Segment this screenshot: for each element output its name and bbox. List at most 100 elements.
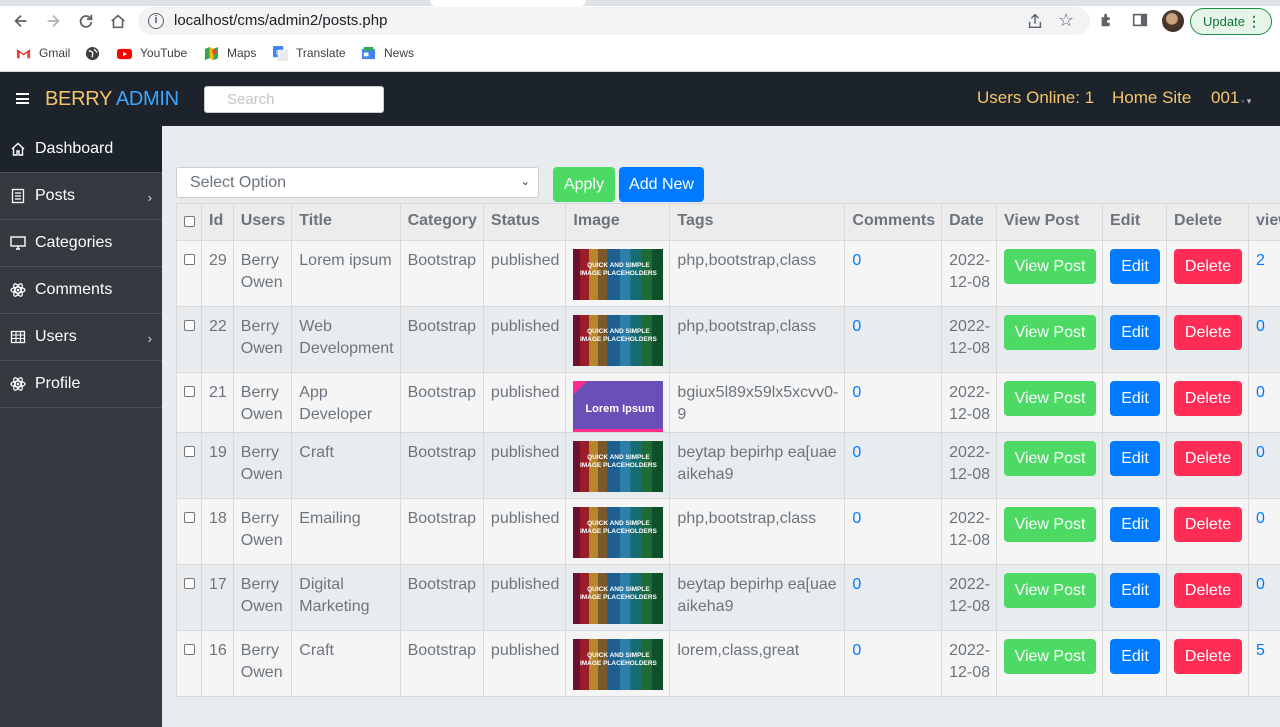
bookmark-star-icon[interactable]: ☆ — [1058, 10, 1074, 31]
row-checkbox[interactable] — [184, 578, 195, 589]
search-input[interactable] — [204, 86, 384, 113]
row-checkbox[interactable] — [184, 386, 195, 397]
brand-logo[interactable]: BERRY ADMIN — [45, 88, 179, 111]
header-comments[interactable]: Comments — [844, 203, 943, 241]
back-icon[interactable] — [8, 8, 34, 34]
delete-button[interactable]: Delete — [1174, 249, 1243, 284]
user-menu-caret-icon[interactable]: ◦ ▾ — [1241, 96, 1251, 107]
delete-button[interactable]: Delete — [1174, 639, 1243, 674]
side-panel-icon[interactable] — [1131, 11, 1149, 29]
comments-count-link[interactable]: 0 — [852, 642, 861, 659]
add-new-button[interactable]: Add New — [619, 167, 704, 202]
header-edit[interactable]: Edit — [1102, 203, 1168, 241]
profile-avatar[interactable] — [1162, 10, 1184, 32]
header-title[interactable]: Title — [291, 203, 401, 241]
share-icon[interactable] — [1026, 12, 1044, 30]
comments-count-link[interactable]: 0 — [852, 510, 861, 527]
views-count-link[interactable]: 0 — [1256, 444, 1265, 461]
header-select-all[interactable] — [176, 203, 202, 241]
info-icon[interactable]: i — [148, 13, 164, 29]
bookmark-news[interactable]: News — [361, 44, 414, 62]
delete-button[interactable]: Delete — [1174, 573, 1243, 608]
comments-count-link[interactable]: 0 — [852, 252, 861, 269]
delete-button[interactable]: Delete — [1174, 381, 1243, 416]
header-delete[interactable]: Delete — [1166, 203, 1250, 241]
cell-views: 5 — [1248, 630, 1280, 697]
edit-button[interactable]: Edit — [1110, 573, 1161, 608]
bulk-action-select[interactable]: Select Option ⌄ — [176, 167, 539, 198]
header-views[interactable]: view — [1248, 203, 1280, 241]
address-bar[interactable]: i localhost/cms/admin2/posts.php ☆ — [138, 7, 1090, 35]
header-image[interactable]: Image — [565, 203, 671, 241]
extensions-icon[interactable] — [1098, 11, 1116, 29]
home-site-link[interactable]: Home Site — [1112, 88, 1191, 108]
row-checkbox[interactable] — [184, 644, 195, 655]
cell-status: published — [482, 564, 567, 631]
bookmark-gmail[interactable]: Gmail — [16, 44, 70, 62]
header-tags[interactable]: Tags — [669, 203, 846, 241]
edit-button[interactable]: Edit — [1110, 249, 1161, 284]
delete-button[interactable]: Delete — [1174, 507, 1243, 542]
view-post-button[interactable]: View Post — [1004, 441, 1097, 476]
home-button-icon[interactable] — [105, 8, 131, 34]
header-view-post[interactable]: View Post — [996, 203, 1104, 241]
edit-button[interactable]: Edit — [1110, 315, 1161, 350]
views-count-link[interactable]: 0 — [1256, 384, 1265, 401]
view-post-button[interactable]: View Post — [1004, 507, 1097, 542]
bookmark-globe[interactable] — [85, 44, 108, 62]
cell-delete: Delete — [1166, 240, 1250, 307]
row-checkbox[interactable] — [184, 446, 195, 457]
comments-count-link[interactable]: 0 — [852, 318, 861, 335]
row-checkbox[interactable] — [184, 254, 195, 265]
header-id[interactable]: Id — [201, 203, 234, 241]
sidebar-item-users[interactable]: Users › — [0, 314, 162, 361]
comments-count-link[interactable]: 0 — [852, 384, 861, 401]
sidebar-item-comments[interactable]: Comments — [0, 267, 162, 314]
views-count-link[interactable]: 0 — [1256, 318, 1265, 335]
sidebar-item-dashboard[interactable]: Dashboard — [0, 126, 162, 173]
row-checkbox[interactable] — [184, 320, 195, 331]
sidebar-item-profile[interactable]: Profile — [0, 361, 162, 408]
reload-icon[interactable] — [73, 8, 99, 34]
more-menu-icon[interactable]: ⋮ — [1247, 9, 1261, 34]
cell-view-post: View Post — [996, 498, 1104, 565]
cell-title: Emailing — [291, 498, 401, 565]
sidebar-item-categories[interactable]: Categories — [0, 220, 162, 267]
cell-view-post: View Post — [996, 240, 1104, 307]
views-count-link[interactable]: 2 — [1256, 252, 1265, 269]
bookmark-maps[interactable]: Maps — [204, 44, 256, 62]
active-tab[interactable] — [430, 0, 586, 6]
view-post-button[interactable]: View Post — [1004, 573, 1097, 608]
delete-button[interactable]: Delete — [1174, 441, 1243, 476]
views-count-link[interactable]: 0 — [1256, 510, 1265, 527]
bookmark-translate[interactable]: G Translate — [273, 44, 346, 62]
update-button[interactable]: Update ⋮ — [1190, 8, 1272, 35]
user-menu[interactable]: 001 — [1211, 88, 1239, 108]
views-count-link[interactable]: 5 — [1256, 642, 1265, 659]
view-post-button[interactable]: View Post — [1004, 249, 1097, 284]
view-post-button[interactable]: View Post — [1004, 639, 1097, 674]
header-users[interactable]: Users — [232, 203, 293, 241]
select-all-checkbox[interactable] — [184, 216, 195, 227]
header-category[interactable]: Category — [399, 203, 484, 241]
header-date[interactable]: Date — [941, 203, 998, 241]
menu-toggle-icon[interactable] — [16, 93, 29, 104]
bookmark-youtube[interactable]: YouTube — [117, 44, 187, 62]
comments-count-link[interactable]: 0 — [852, 444, 861, 461]
cell-user: Berry Owen — [232, 564, 293, 631]
edit-button[interactable]: Edit — [1110, 507, 1161, 542]
view-post-button[interactable]: View Post — [1004, 315, 1097, 350]
views-count-link[interactable]: 0 — [1256, 576, 1265, 593]
apply-button[interactable]: Apply — [553, 167, 615, 202]
edit-button[interactable]: Edit — [1110, 441, 1161, 476]
sidebar-item-posts[interactable]: Posts › — [0, 173, 162, 220]
view-post-button[interactable]: View Post — [1004, 381, 1097, 416]
forward-icon[interactable] — [40, 8, 66, 34]
comments-count-link[interactable]: 0 — [852, 576, 861, 593]
row-checkbox[interactable] — [184, 512, 195, 523]
delete-button[interactable]: Delete — [1174, 315, 1243, 350]
edit-button[interactable]: Edit — [1110, 381, 1161, 416]
header-status[interactable]: Status — [482, 203, 567, 241]
edit-button[interactable]: Edit — [1110, 639, 1161, 674]
url-text[interactable]: localhost/cms/admin2/posts.php — [174, 12, 387, 29]
